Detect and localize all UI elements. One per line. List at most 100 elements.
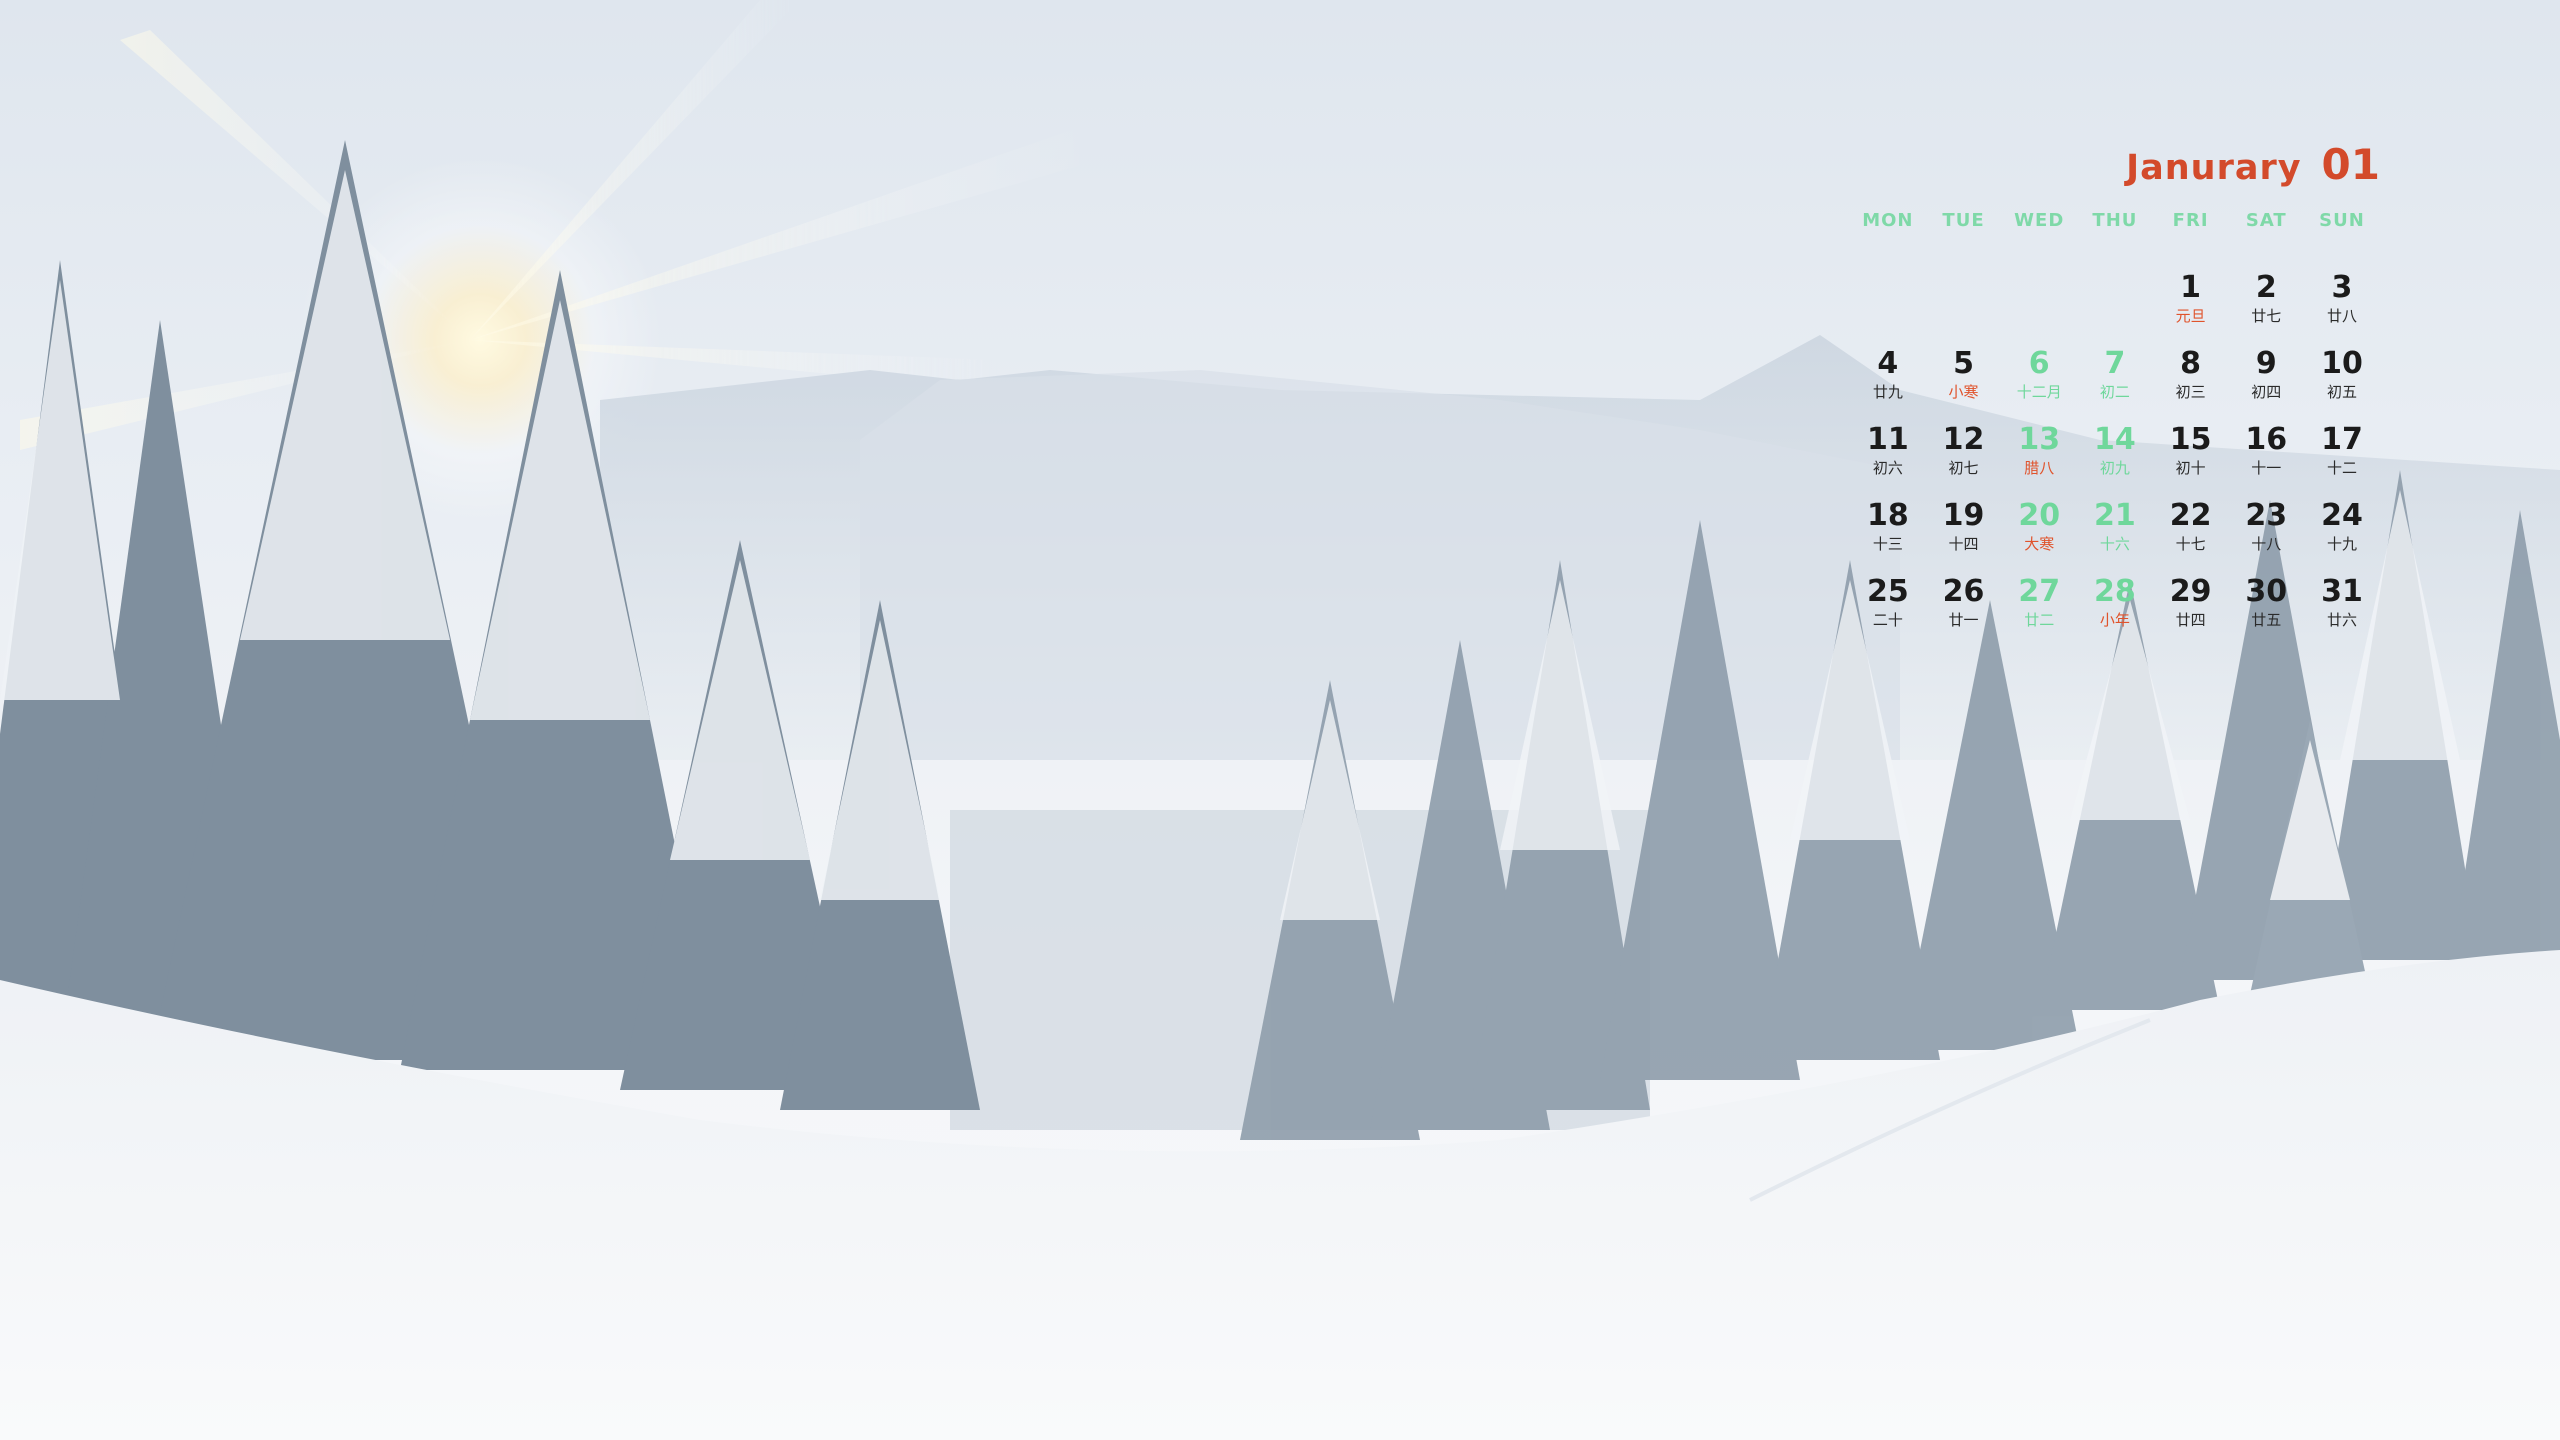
day-number: 6 <box>2028 346 2050 381</box>
day-number: 21 <box>2094 498 2136 533</box>
day-cell: 4 廿九 <box>1850 346 1926 422</box>
day-cell: 8 初三 <box>2153 346 2229 422</box>
lunar-date: 元旦 <box>2175 307 2206 325</box>
lunar-date: 廿五 <box>2251 611 2282 629</box>
day-cell: 30 廿五 <box>2228 574 2304 650</box>
day-cell: 24 十九 <box>2304 498 2380 574</box>
lunar-date: 十一 <box>2251 459 2282 477</box>
desktop-wallpaper: Janurary 01 MON TUE WED THU FRI SAT SUN … <box>0 0 2560 1440</box>
day-number: 22 <box>2169 498 2212 533</box>
lunar-date: 十四 <box>1948 535 1979 553</box>
day-cell: 14 初九 <box>2077 422 2153 498</box>
weekday-row: MON TUE WED THU FRI SAT SUN <box>1850 210 2380 231</box>
day-number: 7 <box>2104 346 2126 381</box>
lunar-date: 十七 <box>2175 535 2206 553</box>
day-cell: 1 元旦 <box>2153 270 2229 346</box>
lunar-date: 二十 <box>1872 611 1903 629</box>
lunar-date: 十六 <box>2099 535 2130 553</box>
day-number: 24 <box>2321 498 2363 533</box>
day-number: 5 <box>1953 346 1974 381</box>
lunar-date: 初三 <box>2175 383 2206 401</box>
days-grid: 1 元旦 2 廿七 3 廿八 4 廿九 5 小寒 6 十二月 7 初二 8 初三 9 初四 10 初五 11 初六 12 初七… <box>1850 270 2380 650</box>
day-number: 11 <box>1866 422 1909 457</box>
day-number: 13 <box>2018 422 2061 457</box>
day-cell: 18 十三 <box>1850 498 1926 574</box>
lunar-date: 初十 <box>2175 459 2206 477</box>
day-cell: 20 大寒 <box>2001 498 2077 574</box>
day-number: 1 <box>2180 270 2202 305</box>
day-cell: 27 廿二 <box>2001 574 2077 650</box>
weekday-sat: SAT <box>2245 210 2287 231</box>
day-cell: 19 十四 <box>1926 498 2002 574</box>
day-number: 18 <box>1866 498 1909 533</box>
day-number: 26 <box>1942 574 1985 609</box>
day-number: 17 <box>2321 422 2363 457</box>
lunar-date: 十二月 <box>2016 383 2062 401</box>
day-cell: 11 初六 <box>1850 422 1926 498</box>
day-number: 3 <box>2331 270 2353 305</box>
weekday-tue: TUE <box>1942 210 1985 231</box>
lunar-date: 廿四 <box>2175 611 2206 629</box>
day-cell: 22 十七 <box>2153 498 2229 574</box>
lunar-date: 十九 <box>2326 535 2357 553</box>
day-number: 12 <box>1942 422 1985 457</box>
lunar-date: 初五 <box>2326 383 2357 401</box>
day-number: 8 <box>2180 346 2202 381</box>
day-cell-empty <box>2077 270 2153 346</box>
day-cell: 25 二十 <box>1850 574 1926 650</box>
day-cell: 9 初四 <box>2228 346 2304 422</box>
day-cell: 5 小寒 <box>1926 346 2002 422</box>
lunar-date: 廿九 <box>1872 383 1903 401</box>
day-cell-empty <box>1850 270 1926 346</box>
lunar-date: 初二 <box>2099 383 2130 401</box>
lunar-date: 十二 <box>2326 459 2357 477</box>
day-number: 20 <box>2018 498 2061 533</box>
day-number: 27 <box>2018 574 2061 609</box>
calendar-header: Janurary 01 <box>2126 140 2380 189</box>
day-number: 2 <box>2255 270 2277 305</box>
day-cell: 28 小年 <box>2077 574 2153 650</box>
day-cell: 3 廿八 <box>2304 270 2380 346</box>
day-cell-empty <box>2001 270 2077 346</box>
day-cell: 10 初五 <box>2304 346 2380 422</box>
lunar-date: 十三 <box>1872 535 1903 553</box>
lunar-date: 廿六 <box>2326 611 2357 629</box>
day-cell: 6 十二月 <box>2001 346 2077 422</box>
weekday-fri: FRI <box>2172 210 2209 231</box>
month-name: Janurary <box>2126 148 2302 188</box>
day-number: 4 <box>1877 346 1899 381</box>
lunar-date: 十八 <box>2251 535 2282 553</box>
day-number: 14 <box>2094 422 2136 457</box>
day-number: 15 <box>2169 422 2212 457</box>
day-cell: 17 十二 <box>2304 422 2380 498</box>
day-cell: 29 廿四 <box>2153 574 2229 650</box>
day-cell: 13 腊八 <box>2001 422 2077 498</box>
lunar-date: 廿七 <box>2251 307 2282 325</box>
weekday-thu: THU <box>2092 210 2138 231</box>
lunar-date: 初七 <box>1948 459 1979 477</box>
day-cell: 31 廿六 <box>2304 574 2380 650</box>
day-cell-empty <box>1926 270 2002 346</box>
day-number: 19 <box>1942 498 1985 533</box>
lunar-date: 小年 <box>2099 611 2130 629</box>
day-number: 25 <box>1866 574 1909 609</box>
day-number: 16 <box>2245 422 2288 457</box>
day-number: 10 <box>2321 346 2363 381</box>
day-cell: 15 初十 <box>2153 422 2229 498</box>
day-cell: 16 十一 <box>2228 422 2304 498</box>
lunar-date: 小寒 <box>1948 383 1979 401</box>
month-number: 01 <box>2321 140 2380 189</box>
day-cell: 12 初七 <box>1926 422 2002 498</box>
lunar-date: 廿八 <box>2326 307 2357 325</box>
day-cell: 21 十六 <box>2077 498 2153 574</box>
lunar-date: 初九 <box>2099 459 2130 477</box>
day-cell: 2 廿七 <box>2228 270 2304 346</box>
weekday-mon: MON <box>1862 210 1914 231</box>
lunar-date: 初四 <box>2251 383 2282 401</box>
day-number: 31 <box>2321 574 2363 609</box>
day-number: 28 <box>2094 574 2136 609</box>
day-number: 30 <box>2245 574 2288 609</box>
lunar-date: 廿二 <box>2024 611 2055 629</box>
calendar-widget: Janurary 01 MON TUE WED THU FRI SAT SUN … <box>1850 140 2380 660</box>
weekday-sun: SUN <box>2319 210 2365 231</box>
